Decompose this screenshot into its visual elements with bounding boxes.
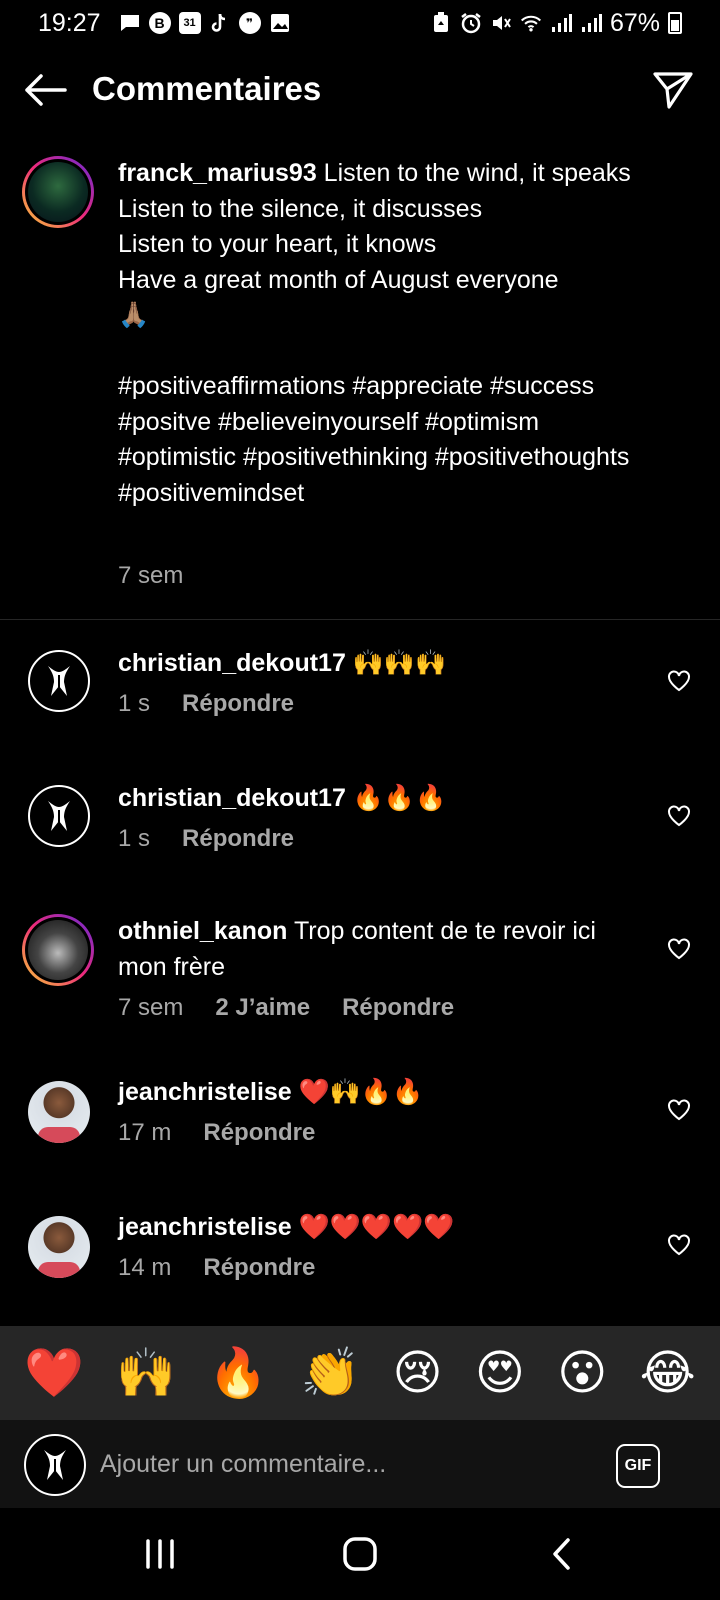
wifi-icon bbox=[520, 12, 542, 34]
arrow-left-icon bbox=[25, 74, 67, 106]
emoji-surprised-button[interactable]: 😮 bbox=[557, 1349, 607, 1397]
header: Commentaires bbox=[0, 58, 720, 122]
comment-text: othniel_kanon Trop content de te revoir … bbox=[118, 914, 638, 985]
comment-time: 14 m bbox=[118, 1254, 172, 1281]
likes-count[interactable]: 2 J’aime bbox=[215, 994, 310, 1022]
system-back-button[interactable] bbox=[532, 1528, 592, 1580]
recycle-icon bbox=[430, 12, 452, 34]
avatar bbox=[24, 1434, 86, 1496]
signal-icon bbox=[580, 12, 602, 34]
status-right: 67% bbox=[430, 9, 682, 38]
system-nav-bar bbox=[0, 1508, 720, 1600]
comment-time: 7 sem bbox=[118, 994, 184, 1021]
comment-text: christian_dekout17 🙌🙌🙌 bbox=[118, 646, 638, 682]
paper-plane-icon bbox=[653, 72, 693, 109]
comment-username[interactable]: jeanchristelise bbox=[118, 1213, 292, 1241]
reply-button[interactable]: Répondre bbox=[203, 1254, 315, 1282]
emoji-raised-hands-button[interactable]: 🙌 bbox=[116, 1349, 176, 1397]
gallery-icon bbox=[269, 12, 291, 34]
back-chevron-icon bbox=[553, 1538, 570, 1570]
back-button[interactable] bbox=[22, 70, 68, 110]
comment-meta: 14 m Répondre bbox=[118, 1254, 315, 1282]
caption-body: Listen to the wind, it speaks Listen to … bbox=[118, 159, 631, 507]
comment-meta: 1 s Répondre bbox=[118, 690, 294, 718]
b-app-icon: B bbox=[148, 12, 171, 34]
status-left: 19:27 B 31 ❞ bbox=[38, 9, 291, 38]
comment-username[interactable]: christian_dekout17 bbox=[118, 649, 346, 677]
caption-username[interactable]: franck_marius93 bbox=[118, 159, 317, 187]
reply-button[interactable]: Répondre bbox=[342, 994, 454, 1022]
comment-body: ❤️❤️❤️❤️❤️ bbox=[291, 1213, 455, 1241]
emoji-laughing-button[interactable]: 😂 bbox=[640, 1349, 696, 1397]
tiktok-icon bbox=[209, 12, 231, 34]
message-icon bbox=[119, 12, 141, 34]
calendar-31-icon: 31 bbox=[178, 12, 201, 34]
recents-icon bbox=[146, 1539, 174, 1569]
heart-icon bbox=[668, 805, 690, 827]
comment-meta: 17 m Répondre bbox=[118, 1119, 315, 1147]
caption-time: 7 sem bbox=[118, 562, 184, 589]
heart-icon bbox=[668, 1234, 690, 1256]
comment-text: christian_dekout17 🔥🔥🔥 bbox=[118, 781, 638, 817]
alarm-icon bbox=[460, 12, 482, 34]
comment-username[interactable]: jeanchristelise bbox=[118, 1078, 292, 1106]
battery-icon bbox=[668, 12, 682, 34]
avatar[interactable] bbox=[28, 785, 90, 847]
quote-icon: ❞ bbox=[238, 12, 261, 34]
comment-meta: 7 sem 2 J’aime Répondre bbox=[118, 994, 454, 1022]
emoji-fire-button[interactable]: 🔥 bbox=[208, 1349, 268, 1397]
battery-percent: 67% bbox=[609, 8, 660, 37]
reply-button[interactable]: Répondre bbox=[182, 825, 294, 853]
comment-body: ❤️🙌🔥🔥 bbox=[291, 1078, 424, 1106]
comment-composer: GIF bbox=[0, 1420, 720, 1508]
avatar[interactable] bbox=[28, 1081, 90, 1143]
share-button[interactable] bbox=[650, 68, 696, 112]
avatar[interactable] bbox=[22, 914, 94, 986]
emoji-clap-button[interactable]: 👏 bbox=[300, 1349, 360, 1397]
mute-icon bbox=[490, 12, 512, 34]
emoji-bar: ❤️ 🙌 🔥 👏 😢 😍 😮 😂 bbox=[0, 1326, 720, 1420]
comment-username[interactable]: othniel_kanon bbox=[118, 917, 287, 945]
comment-time: 17 m bbox=[118, 1119, 172, 1146]
emoji-heart-button[interactable]: ❤️ bbox=[24, 1349, 84, 1397]
caption-text: franck_marius93 Listen to the wind, it s… bbox=[118, 156, 638, 511]
emoji-crying-button[interactable]: 😢 bbox=[393, 1349, 443, 1397]
heart-icon bbox=[668, 938, 690, 960]
status-time: 19:27 bbox=[38, 8, 101, 37]
comment-text: jeanchristelise ❤️❤️❤️❤️❤️ bbox=[118, 1210, 638, 1246]
heart-icon bbox=[668, 1099, 690, 1121]
home-button[interactable] bbox=[330, 1528, 390, 1580]
like-button[interactable] bbox=[666, 668, 692, 694]
heart-icon bbox=[668, 670, 690, 692]
recents-button[interactable] bbox=[130, 1528, 190, 1580]
home-icon bbox=[343, 1537, 377, 1571]
comment-time: 1 s bbox=[118, 825, 151, 852]
avatar[interactable] bbox=[28, 1216, 90, 1278]
comment-username[interactable]: christian_dekout17 bbox=[118, 784, 346, 812]
reply-button[interactable]: Répondre bbox=[182, 690, 294, 718]
gif-button[interactable]: GIF bbox=[616, 1444, 660, 1488]
like-button[interactable] bbox=[666, 803, 692, 829]
status-bar: 19:27 B 31 ❞ 67% bbox=[0, 0, 720, 46]
like-button[interactable] bbox=[666, 1232, 692, 1258]
comment-input[interactable] bbox=[100, 1442, 580, 1486]
emoji-heart-eyes-button[interactable]: 😍 bbox=[475, 1349, 525, 1397]
divider bbox=[0, 619, 720, 620]
reply-button[interactable]: Répondre bbox=[203, 1119, 315, 1147]
comment-meta: 1 s Répondre bbox=[118, 825, 294, 853]
avatar[interactable] bbox=[22, 156, 94, 228]
comment-body: 🔥🔥🔥 bbox=[345, 784, 447, 812]
signal-icon bbox=[550, 12, 572, 34]
like-button[interactable] bbox=[666, 936, 692, 962]
comment-text: jeanchristelise ❤️🙌🔥🔥 bbox=[118, 1075, 638, 1111]
avatar[interactable] bbox=[28, 650, 90, 712]
comment-time: 1 s bbox=[118, 690, 151, 717]
comment-body: 🙌🙌🙌 bbox=[345, 649, 447, 677]
page-title: Commentaires bbox=[92, 70, 322, 107]
like-button[interactable] bbox=[666, 1097, 692, 1123]
